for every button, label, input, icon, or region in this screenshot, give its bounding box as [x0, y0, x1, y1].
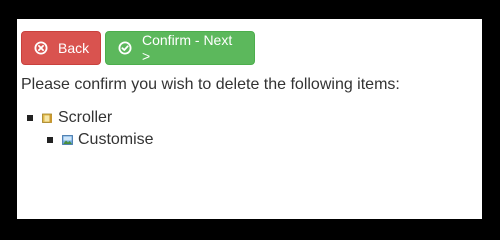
- check-circle-icon: [118, 41, 132, 55]
- back-button-label: Back: [58, 40, 90, 56]
- items-tree: Scroller Customise: [17, 107, 154, 151]
- bullet-icon: [27, 115, 33, 121]
- list-item: Customise: [17, 129, 154, 151]
- delete-confirmation-panel: Back Confirm - Next > Please confirm you…: [17, 19, 482, 219]
- image-icon: [62, 135, 73, 145]
- toolbar: Back Confirm - Next >: [21, 31, 255, 65]
- item-label: Scroller: [58, 109, 113, 126]
- folder-icon: [42, 113, 53, 123]
- x-circle-icon: [34, 41, 48, 55]
- confirmation-message: Please confirm you wish to delete the fo…: [21, 76, 400, 93]
- list-item: Scroller: [17, 107, 154, 129]
- confirm-next-button[interactable]: Confirm - Next >: [105, 31, 255, 65]
- back-button[interactable]: Back: [21, 31, 101, 65]
- item-label: Customise: [78, 131, 154, 148]
- bullet-icon: [47, 137, 53, 143]
- confirm-next-button-label: Confirm - Next >: [142, 32, 233, 64]
